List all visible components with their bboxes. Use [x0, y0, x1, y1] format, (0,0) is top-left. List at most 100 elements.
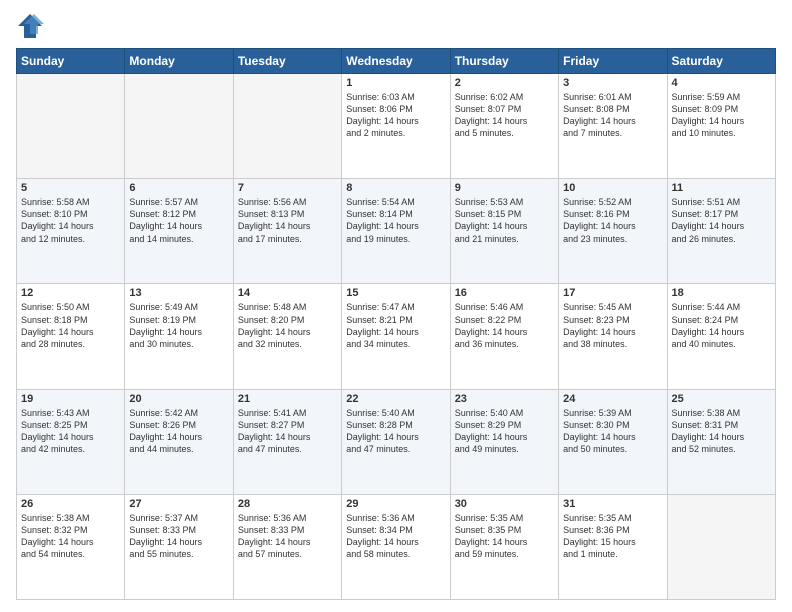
weekday-header: Tuesday [233, 49, 341, 74]
day-number: 15 [346, 287, 445, 299]
day-info: Sunrise: 5:38 AM Sunset: 8:32 PM Dayligh… [21, 512, 120, 561]
calendar-table: SundayMondayTuesdayWednesdayThursdayFrid… [16, 48, 776, 600]
calendar-cell: 25 Sunrise: 5:38 AM Sunset: 8:31 PM Dayli… [667, 389, 775, 494]
day-number: 12 [21, 287, 120, 299]
day-info: Sunrise: 5:35 AM Sunset: 8:36 PM Dayligh… [563, 512, 662, 561]
day-number: 4 [672, 77, 771, 89]
day-info: Sunrise: 5:58 AM Sunset: 8:10 PM Dayligh… [21, 196, 120, 245]
day-info: Sunrise: 6:01 AM Sunset: 8:08 PM Dayligh… [563, 91, 662, 140]
calendar-cell: 10 Sunrise: 5:52 AM Sunset: 8:16 PM Dayli… [559, 179, 667, 284]
calendar-cell: 5 Sunrise: 5:58 AM Sunset: 8:10 PM Daylig… [17, 179, 125, 284]
day-info: Sunrise: 5:56 AM Sunset: 8:13 PM Dayligh… [238, 196, 337, 245]
calendar-cell: 3 Sunrise: 6:01 AM Sunset: 8:08 PM Daylig… [559, 74, 667, 179]
calendar-cell: 11 Sunrise: 5:51 AM Sunset: 8:17 PM Dayli… [667, 179, 775, 284]
day-number: 5 [21, 182, 120, 194]
day-number: 11 [672, 182, 771, 194]
day-number: 20 [129, 393, 228, 405]
calendar-cell: 19 Sunrise: 5:43 AM Sunset: 8:25 PM Dayli… [17, 389, 125, 494]
calendar-cell: 1 Sunrise: 6:03 AM Sunset: 8:06 PM Daylig… [342, 74, 450, 179]
calendar-cell: 8Sunrise: 5:54 AM Sunset: 8:14 PM Daylig… [342, 179, 450, 284]
calendar-cell: 20 Sunrise: 5:42 AM Sunset: 8:26 PM Dayli… [125, 389, 233, 494]
calendar-cell: 30 Sunrise: 5:35 AM Sunset: 8:35 PM Dayli… [450, 494, 558, 599]
day-number: 27 [129, 498, 228, 510]
calendar-cell: 28 Sunrise: 5:36 AM Sunset: 8:33 PM Dayli… [233, 494, 341, 599]
day-info: Sunrise: 5:53 AM Sunset: 8:15 PM Dayligh… [455, 196, 554, 245]
calendar-cell: 26 Sunrise: 5:38 AM Sunset: 8:32 PM Dayli… [17, 494, 125, 599]
day-info: Sunrise: 5:50 AM Sunset: 8:18 PM Dayligh… [21, 301, 120, 350]
weekday-header: Monday [125, 49, 233, 74]
day-number: 18 [672, 287, 771, 299]
day-info: Sunrise: 5:36 AM Sunset: 8:34 PM Dayligh… [346, 512, 445, 561]
calendar-cell: 18 Sunrise: 5:44 AM Sunset: 8:24 PM Dayli… [667, 284, 775, 389]
day-number: 8 [346, 182, 445, 194]
day-info: Sunrise: 5:57 AM Sunset: 8:12 PM Dayligh… [129, 196, 228, 245]
day-info: Sunrise: 5:42 AM Sunset: 8:26 PM Dayligh… [129, 407, 228, 456]
day-number: 10 [563, 182, 662, 194]
calendar-cell: 23 Sunrise: 5:40 AM Sunset: 8:29 PM Dayli… [450, 389, 558, 494]
header [16, 12, 776, 40]
day-number: 22 [346, 393, 445, 405]
weekday-header: Friday [559, 49, 667, 74]
day-number: 26 [21, 498, 120, 510]
calendar-cell: 7 Sunrise: 5:56 AM Sunset: 8:13 PM Daylig… [233, 179, 341, 284]
day-info: Sunrise: 5:40 AM Sunset: 8:28 PM Dayligh… [346, 407, 445, 456]
day-info: Sunrise: 5:51 AM Sunset: 8:17 PM Dayligh… [672, 196, 771, 245]
day-number: 21 [238, 393, 337, 405]
day-info: Sunrise: 5:44 AM Sunset: 8:24 PM Dayligh… [672, 301, 771, 350]
calendar-cell: 31 Sunrise: 5:35 AM Sunset: 8:36 PM Dayli… [559, 494, 667, 599]
calendar-cell: 13 Sunrise: 5:49 AM Sunset: 8:19 PM Dayli… [125, 284, 233, 389]
calendar-cell [667, 494, 775, 599]
day-info: Sunrise: 5:41 AM Sunset: 8:27 PM Dayligh… [238, 407, 337, 456]
day-number: 16 [455, 287, 554, 299]
calendar-cell: 2 Sunrise: 6:02 AM Sunset: 8:07 PM Daylig… [450, 74, 558, 179]
day-info: Sunrise: 6:02 AM Sunset: 8:07 PM Dayligh… [455, 91, 554, 140]
day-number: 19 [21, 393, 120, 405]
calendar-cell: 27 Sunrise: 5:37 AM Sunset: 8:33 PM Dayli… [125, 494, 233, 599]
day-number: 28 [238, 498, 337, 510]
day-info: Sunrise: 5:43 AM Sunset: 8:25 PM Dayligh… [21, 407, 120, 456]
day-number: 25 [672, 393, 771, 405]
logo [16, 12, 48, 40]
day-info: Sunrise: 5:35 AM Sunset: 8:35 PM Dayligh… [455, 512, 554, 561]
calendar-cell: 29 Sunrise: 5:36 AM Sunset: 8:34 PM Dayli… [342, 494, 450, 599]
weekday-header: Thursday [450, 49, 558, 74]
day-number: 7 [238, 182, 337, 194]
day-info: Sunrise: 5:48 AM Sunset: 8:20 PM Dayligh… [238, 301, 337, 350]
day-number: 14 [238, 287, 337, 299]
day-info: Sunrise: 5:49 AM Sunset: 8:19 PM Dayligh… [129, 301, 228, 350]
day-info: Sunrise: 5:46 AM Sunset: 8:22 PM Dayligh… [455, 301, 554, 350]
day-info: Sunrise: 5:38 AM Sunset: 8:31 PM Dayligh… [672, 407, 771, 456]
day-info: Sunrise: 5:59 AM Sunset: 8:09 PM Dayligh… [672, 91, 771, 140]
calendar-cell: 22 Sunrise: 5:40 AM Sunset: 8:28 PM Dayli… [342, 389, 450, 494]
calendar-cell [17, 74, 125, 179]
weekday-header: Saturday [667, 49, 775, 74]
day-number: 2 [455, 77, 554, 89]
day-info: Sunrise: 5:37 AM Sunset: 8:33 PM Dayligh… [129, 512, 228, 561]
day-info: Sunrise: 5:52 AM Sunset: 8:16 PM Dayligh… [563, 196, 662, 245]
page: SundayMondayTuesdayWednesdayThursdayFrid… [0, 0, 792, 612]
day-info: Sunrise: 6:03 AM Sunset: 8:06 PM Dayligh… [346, 91, 445, 140]
day-number: 29 [346, 498, 445, 510]
calendar-cell: 9Sunrise: 5:53 AM Sunset: 8:15 PM Daylig… [450, 179, 558, 284]
day-number: 17 [563, 287, 662, 299]
day-number: 24 [563, 393, 662, 405]
calendar-cell: 14 Sunrise: 5:48 AM Sunset: 8:20 PM Dayli… [233, 284, 341, 389]
day-info: Sunrise: 5:39 AM Sunset: 8:30 PM Dayligh… [563, 407, 662, 456]
day-info: Sunrise: 5:36 AM Sunset: 8:33 PM Dayligh… [238, 512, 337, 561]
weekday-header: Wednesday [342, 49, 450, 74]
day-info: Sunrise: 5:45 AM Sunset: 8:23 PM Dayligh… [563, 301, 662, 350]
day-number: 1 [346, 77, 445, 89]
day-number: 31 [563, 498, 662, 510]
day-number: 23 [455, 393, 554, 405]
calendar-cell [125, 74, 233, 179]
calendar-cell: 4 Sunrise: 5:59 AM Sunset: 8:09 PM Daylig… [667, 74, 775, 179]
day-number: 13 [129, 287, 228, 299]
calendar-cell: 6Sunrise: 5:57 AM Sunset: 8:12 PM Daylig… [125, 179, 233, 284]
day-info: Sunrise: 5:47 AM Sunset: 8:21 PM Dayligh… [346, 301, 445, 350]
calendar-cell: 16 Sunrise: 5:46 AM Sunset: 8:22 PM Dayli… [450, 284, 558, 389]
day-number: 30 [455, 498, 554, 510]
day-info: Sunrise: 5:40 AM Sunset: 8:29 PM Dayligh… [455, 407, 554, 456]
day-number: 3 [563, 77, 662, 89]
calendar-cell: 24 Sunrise: 5:39 AM Sunset: 8:30 PM Dayli… [559, 389, 667, 494]
calendar-cell [233, 74, 341, 179]
